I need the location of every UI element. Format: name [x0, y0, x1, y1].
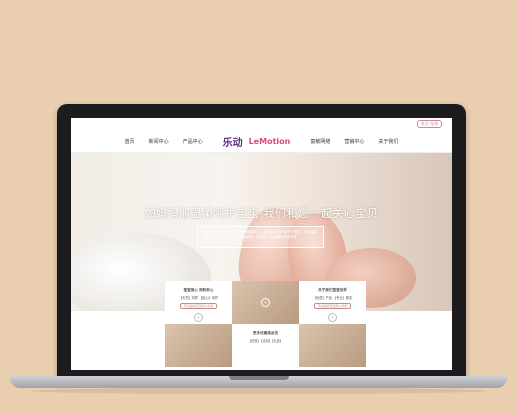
- nav-item-network[interactable]: 富敏网络: [310, 138, 330, 145]
- card-title: 宝宝用心 用料安心: [183, 288, 214, 292]
- feature-card[interactable]: 关于我们宝宝世界 【优质】产品 【专业】服务 乐动品牌宝宝用心呵护 +: [299, 281, 366, 324]
- nav-item-home[interactable]: 首页: [125, 138, 135, 145]
- card-plus-icon[interactable]: +: [194, 313, 203, 322]
- nav-item-news[interactable]: 新闻中心: [149, 138, 169, 145]
- feature-card[interactable]: 宝宝用心 用料安心 【天然】材质 【贴心】呵护 乐动品牌宝宝用心呵护 +: [165, 281, 232, 324]
- feature-card-photo[interactable]: +: [232, 281, 299, 324]
- laptop-frame: 关注·在线 首页 新闻中心 产品中心 乐动 LeMotion 富敏网络 营销中心…: [57, 104, 466, 382]
- nav-item-marketing[interactable]: 营销中心: [344, 138, 364, 145]
- hero-title: 如妈妈般温柔呵护宝宝·我们和您一起关心宝贝: [144, 207, 379, 220]
- logo-cn: 乐动: [222, 137, 243, 149]
- nav-item-about[interactable]: 关于我们: [378, 138, 398, 145]
- card-title: 更多优惠请点击: [252, 331, 279, 335]
- top-bar: 关注·在线: [71, 118, 452, 130]
- feature-card-photo[interactable]: [299, 324, 366, 367]
- nav-item-products[interactable]: 产品中心: [183, 138, 203, 145]
- laptop-shadow: [30, 388, 487, 394]
- top-tag-button[interactable]: 关注·在线: [416, 120, 442, 128]
- feature-card-photo[interactable]: [165, 324, 232, 367]
- logo-en: LeMotion: [248, 136, 291, 146]
- brand-logo[interactable]: 乐动 LeMotion: [223, 134, 291, 149]
- card-button[interactable]: 乐动品牌宝宝用心呵护: [314, 303, 351, 309]
- card-plus-icon[interactable]: +: [328, 313, 337, 322]
- hero-description-box: 乐敏为人父母的您，为了宝宝健康成长，我们用心呵护每一个宝宝，100%纯天然材质，…: [197, 226, 324, 248]
- laptop-screen: 关注·在线 首页 新闻中心 产品中心 乐动 LeMotion 富敏网络 营销中心…: [71, 118, 452, 370]
- feature-cards: 宝宝用心 用料安心 【天然】材质 【贴心】呵护 乐动品牌宝宝用心呵护 + + 关…: [165, 281, 366, 367]
- card-title: 关于我们宝宝世界: [318, 288, 347, 292]
- card-text: 【优惠】【活动】【礼品】: [247, 339, 284, 343]
- card-plus-icon[interactable]: +: [261, 298, 270, 307]
- feature-card[interactable]: 更多优惠请点击 【优惠】【活动】【礼品】: [232, 324, 299, 367]
- card-text: 【优质】产品 【专业】服务: [312, 296, 353, 300]
- card-text: 【天然】材质 【贴心】呵护: [178, 296, 219, 300]
- main-nav: 首页 新闻中心 产品中心 乐动 LeMotion 富敏网络 营销中心 关于我们: [71, 130, 452, 153]
- laptop-notch: [229, 376, 289, 380]
- card-button[interactable]: 乐动品牌宝宝用心呵护: [180, 303, 217, 309]
